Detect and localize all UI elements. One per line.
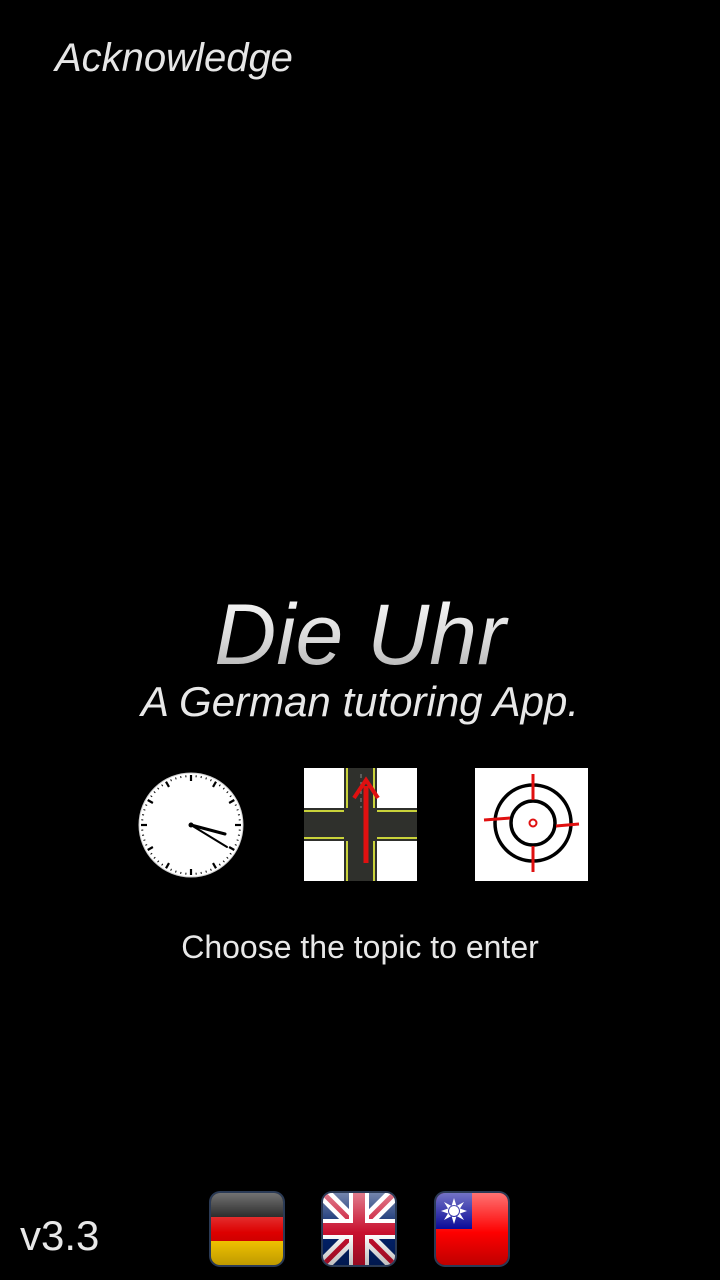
target-topic-button[interactable] xyxy=(475,768,588,881)
target-icon xyxy=(475,768,588,881)
clock-tick xyxy=(205,870,207,873)
clock-tick xyxy=(236,809,239,811)
app-subtitle: A German tutoring App. xyxy=(140,678,580,725)
german-language-button[interactable] xyxy=(211,1193,283,1265)
clock-tick xyxy=(175,870,177,873)
clock-tick xyxy=(175,777,177,780)
acknowledge-link[interactable]: Acknowledge xyxy=(55,36,293,81)
crossroad-arrow-icon xyxy=(304,768,417,881)
english-language-button[interactable] xyxy=(323,1193,395,1265)
chinese-language-button[interactable] xyxy=(436,1193,508,1265)
clock-icon xyxy=(135,768,248,881)
clock-tick xyxy=(236,839,239,841)
clock-tick xyxy=(143,809,146,811)
uk-flag-icon xyxy=(323,1193,395,1265)
german-flag-icon xyxy=(211,1193,283,1265)
clock-topic-button[interactable] xyxy=(135,768,248,881)
choose-topic-prompt: Choose the topic to enter xyxy=(181,929,539,965)
clock-tick xyxy=(205,777,207,780)
clock-tick xyxy=(143,839,146,841)
version-label: v3.3 xyxy=(20,1212,100,1259)
app-title: Die Uhr xyxy=(0,586,720,685)
crossroad-topic-button[interactable] xyxy=(304,768,417,881)
taiwan-flag-icon xyxy=(436,1193,508,1265)
